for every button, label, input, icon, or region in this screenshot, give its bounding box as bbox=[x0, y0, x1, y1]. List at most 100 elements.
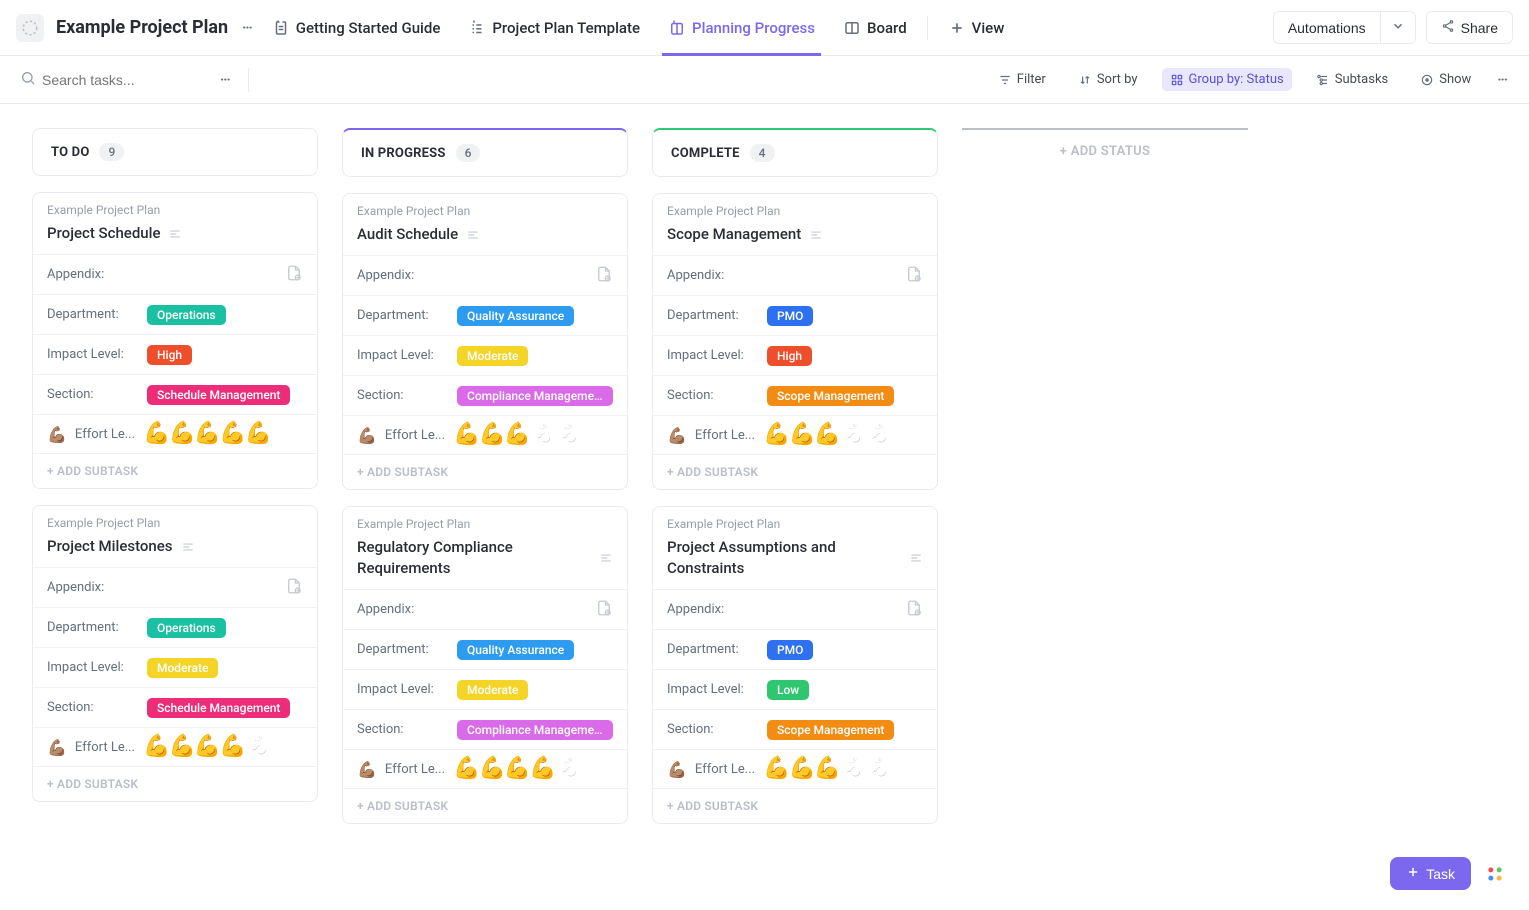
subtasks-button[interactable]: Subtasks bbox=[1308, 68, 1397, 91]
tab-label: Board bbox=[867, 19, 907, 37]
fab-area: Task bbox=[1390, 857, 1509, 890]
effort-icon: 💪🏽 bbox=[357, 426, 377, 445]
automations-dropdown[interactable] bbox=[1380, 11, 1416, 44]
column-cards-inprogress: Example Project Plan Audit Schedule Appe… bbox=[342, 193, 628, 864]
tab-project-plan-template[interactable]: Project Plan Template bbox=[454, 0, 654, 55]
section-pill[interactable]: Scope Management bbox=[767, 720, 894, 740]
apps-button[interactable] bbox=[1481, 860, 1509, 888]
field-label-section: Section: bbox=[47, 387, 137, 402]
field-label-effort: Effort Le... bbox=[385, 762, 445, 777]
effort-level[interactable]: 💪💪💪💪💪 bbox=[143, 736, 270, 758]
add-subtask-button[interactable]: + ADD SUBTASK bbox=[653, 788, 937, 823]
add-document-icon[interactable] bbox=[595, 265, 613, 287]
tab-planning-progress[interactable]: Planning Progress bbox=[654, 0, 829, 55]
column-header-complete[interactable]: COMPLETE 4 bbox=[652, 128, 938, 177]
field-label-effort: Effort Le... bbox=[385, 428, 445, 443]
section-pill[interactable]: Compliance Management bbox=[457, 386, 613, 406]
section-pill[interactable]: Scope Management bbox=[767, 386, 894, 406]
description-icon bbox=[181, 540, 195, 554]
tab-label: Planning Progress bbox=[692, 19, 815, 37]
tab-add-view[interactable]: View bbox=[934, 0, 1019, 55]
add-document-icon[interactable] bbox=[905, 265, 923, 287]
field-label-appendix: Appendix: bbox=[47, 580, 137, 595]
task-card[interactable]: Example Project Plan Project Schedule Ap… bbox=[32, 192, 318, 489]
search-wrap[interactable] bbox=[20, 70, 202, 90]
department-pill[interactable]: PMO bbox=[767, 306, 813, 326]
impact-pill[interactable]: Moderate bbox=[147, 658, 218, 678]
new-task-button[interactable]: Task bbox=[1390, 857, 1471, 890]
add-document-icon[interactable] bbox=[285, 577, 303, 599]
department-pill[interactable]: Operations bbox=[147, 618, 226, 638]
impact-pill[interactable]: Moderate bbox=[457, 680, 528, 700]
show-button[interactable]: Show bbox=[1412, 68, 1479, 91]
impact-pill[interactable]: Moderate bbox=[457, 346, 528, 366]
section-pill[interactable]: Compliance Management bbox=[457, 720, 613, 740]
impact-pill[interactable]: Low bbox=[767, 680, 809, 700]
description-icon bbox=[599, 551, 613, 565]
add-subtask-button[interactable]: + ADD SUBTASK bbox=[33, 453, 317, 488]
effort-level[interactable]: 💪💪💪💪💪 bbox=[763, 758, 890, 780]
description-icon bbox=[909, 551, 923, 565]
column-title: IN PROGRESS bbox=[361, 146, 446, 161]
sort-icon bbox=[1078, 73, 1092, 87]
department-pill[interactable]: Quality Assurance bbox=[457, 306, 574, 326]
tab-label: Project Plan Template bbox=[492, 19, 640, 37]
column-header-inprogress[interactable]: IN PROGRESS 6 bbox=[342, 128, 628, 177]
task-card[interactable]: Example Project Plan Project Milestones … bbox=[32, 505, 318, 802]
share-button[interactable]: Share bbox=[1426, 11, 1513, 44]
task-card[interactable]: Example Project Plan Scope Management Ap… bbox=[652, 193, 938, 490]
add-document-icon[interactable] bbox=[595, 599, 613, 621]
effort-level[interactable]: 💪💪💪💪💪 bbox=[453, 424, 580, 446]
toolbar-right: Filter Sort by Group by: Status Subtasks… bbox=[990, 68, 1509, 91]
chevron-down-icon bbox=[1391, 19, 1405, 36]
toolbar-more-icon[interactable]: ··· bbox=[1495, 72, 1509, 88]
add-subtask-button[interactable]: + ADD SUBTASK bbox=[653, 454, 937, 489]
filter-button[interactable]: Filter bbox=[990, 68, 1054, 91]
sort-button[interactable]: Sort by bbox=[1070, 68, 1146, 91]
department-pill[interactable]: Operations bbox=[147, 305, 226, 325]
search-icon bbox=[20, 70, 36, 90]
section-pill[interactable]: Schedule Management bbox=[147, 698, 290, 718]
field-label-section: Section: bbox=[667, 722, 757, 737]
search-options-icon[interactable]: ··· bbox=[218, 72, 232, 88]
add-document-icon[interactable] bbox=[905, 599, 923, 621]
effort-level[interactable]: 💪💪💪💪💪 bbox=[143, 423, 270, 445]
task-card[interactable]: Example Project Plan Regulatory Complian… bbox=[342, 506, 628, 824]
tab-board[interactable]: Board bbox=[829, 0, 921, 55]
search-input[interactable] bbox=[42, 72, 202, 88]
card-breadcrumb: Example Project Plan bbox=[357, 517, 613, 531]
field-label-effort: Effort Le... bbox=[75, 740, 135, 755]
board-area: TO DO 9 Example Project Plan Project Sch… bbox=[0, 104, 1529, 910]
add-subtask-button[interactable]: + ADD SUBTASK bbox=[343, 788, 627, 823]
automations-label: Automations bbox=[1288, 20, 1366, 36]
automations-group: Automations bbox=[1273, 11, 1416, 44]
department-pill[interactable]: PMO bbox=[767, 640, 813, 660]
project-title[interactable]: Example Project Plan bbox=[56, 17, 228, 38]
automations-button[interactable]: Automations bbox=[1273, 11, 1380, 44]
group-by-button[interactable]: Group by: Status bbox=[1162, 68, 1292, 91]
column-header-todo[interactable]: TO DO 9 bbox=[32, 128, 318, 176]
tab-label: View bbox=[972, 19, 1005, 37]
effort-level[interactable]: 💪💪💪💪💪 bbox=[453, 758, 580, 780]
pinned-board-icon bbox=[668, 19, 686, 37]
department-pill[interactable]: Quality Assurance bbox=[457, 640, 574, 660]
field-label-department: Department: bbox=[357, 308, 447, 323]
impact-pill[interactable]: High bbox=[767, 346, 812, 366]
add-subtask-button[interactable]: + ADD SUBTASK bbox=[343, 454, 627, 489]
impact-pill[interactable]: High bbox=[147, 345, 192, 365]
column-inprogress: IN PROGRESS 6 Example Project Plan Audit… bbox=[342, 128, 628, 864]
project-menu-icon[interactable]: ··· bbox=[240, 20, 254, 36]
section-pill[interactable]: Schedule Management bbox=[147, 385, 290, 405]
view-tabs: Getting Started Guide Project Plan Templ… bbox=[258, 0, 1019, 55]
task-card[interactable]: Example Project Plan Audit Schedule Appe… bbox=[342, 193, 628, 490]
tab-getting-started[interactable]: Getting Started Guide bbox=[258, 0, 455, 55]
column-title: TO DO bbox=[51, 145, 89, 160]
board-icon bbox=[843, 19, 861, 37]
project-icon[interactable] bbox=[16, 14, 44, 42]
field-label-department: Department: bbox=[667, 308, 757, 323]
task-card[interactable]: Example Project Plan Project Assumptions… bbox=[652, 506, 938, 824]
add-subtask-button[interactable]: + ADD SUBTASK bbox=[33, 766, 317, 801]
add-status-button[interactable]: + ADD STATUS bbox=[962, 128, 1248, 173]
add-document-icon[interactable] bbox=[285, 264, 303, 286]
effort-level[interactable]: 💪💪💪💪💪 bbox=[763, 424, 890, 446]
